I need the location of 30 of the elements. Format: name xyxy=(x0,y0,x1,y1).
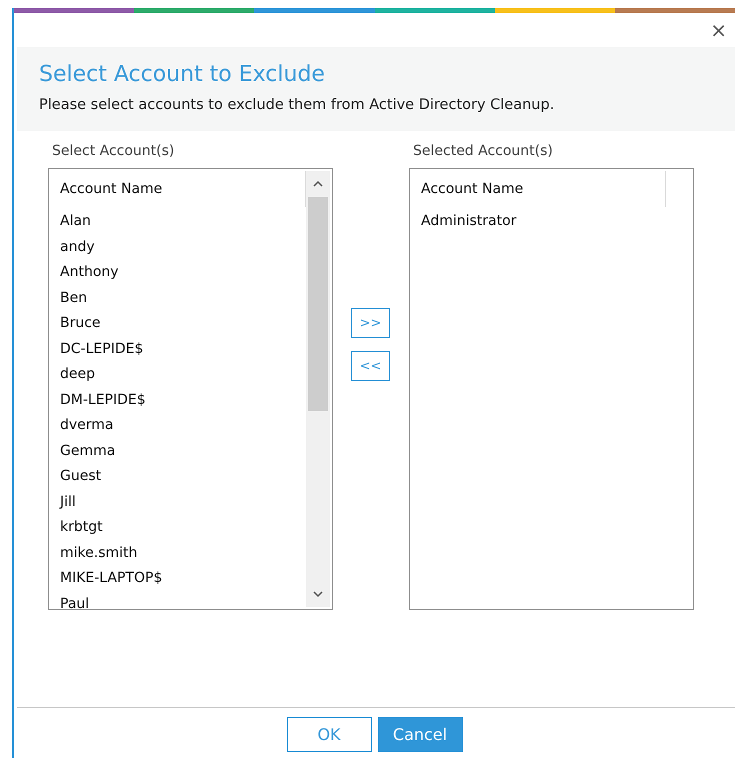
list-box[interactable]: Account Name Alan andy Anthony Ben Bruce DC-LEPIDE$ deep DM-LEPIDE$ dverma Gemma Guest Jill krbtgt mike.smith MIKE-LAPTOP$ Paul xyxy=(48,168,333,610)
scrollbar-thumb[interactable] xyxy=(308,197,328,411)
list-item[interactable]: mike.smith xyxy=(60,540,138,566)
dialog-title: Select Account to Exclude xyxy=(39,61,326,89)
column-header[interactable]: Account Name xyxy=(60,169,300,209)
list-item[interactable]: Bruce xyxy=(60,311,101,336)
list-item[interactable]: Administrator xyxy=(421,209,516,234)
list-item[interactable]: Jill xyxy=(60,490,76,515)
scroll-down-icon[interactable] xyxy=(312,590,324,598)
dialog-subtitle: Please select accounts to exclude them from Active Directory Cleanup. xyxy=(39,97,556,113)
close-button[interactable]: × xyxy=(704,20,733,40)
list-item[interactable]: Guest xyxy=(60,464,102,490)
list-label: Select Account(s) xyxy=(52,143,176,160)
column-header[interactable]: Account Name xyxy=(421,169,661,209)
list-box[interactable]: Account Name Administrator xyxy=(409,168,694,610)
list-item[interactable]: krbtgt xyxy=(60,515,103,540)
list-item[interactable]: Paul xyxy=(60,592,90,609)
scroll-up-icon[interactable] xyxy=(312,180,324,188)
list-label: Selected Account(s) xyxy=(413,143,554,160)
scrollbar[interactable] xyxy=(306,171,330,607)
list-item[interactable]: MIKE-LAPTOP$ xyxy=(60,566,162,592)
list-item[interactable]: deep xyxy=(60,362,95,388)
list-item[interactable]: dverma xyxy=(60,413,114,438)
list-item[interactable]: Gemma xyxy=(60,438,116,464)
list-item[interactable]: DC-LEPIDE$ xyxy=(60,336,144,362)
list-item[interactable]: andy xyxy=(60,234,95,260)
list-item[interactable]: Anthony xyxy=(60,260,119,286)
list-item[interactable]: Ben xyxy=(60,286,88,311)
list-item[interactable]: DM-LEPIDE$ xyxy=(60,388,146,413)
list-item[interactable]: Alan xyxy=(60,209,91,234)
